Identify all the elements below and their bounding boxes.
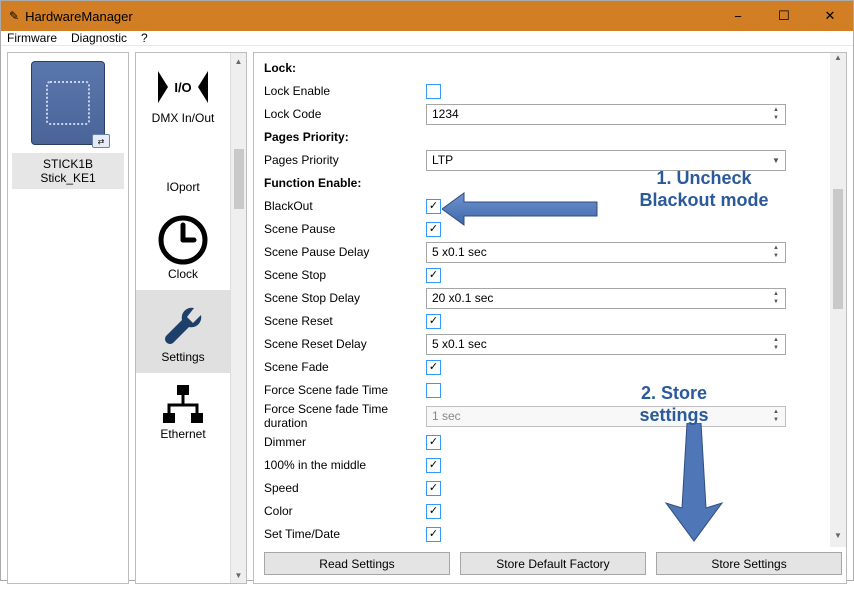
nav-panel: I/O DMX In/Out IOport Clock xyxy=(135,52,247,584)
app-title: HardwareManager xyxy=(25,9,715,24)
input-force-fade-duration[interactable]: 1 sec ▲▼ xyxy=(426,406,786,427)
label-speed: Speed xyxy=(264,481,426,495)
label-lock-enable: Lock Enable xyxy=(264,84,426,98)
nav-label: Ethernet xyxy=(160,427,205,441)
combo-pages-priority[interactable]: LTP ▼ xyxy=(426,150,786,171)
ethernet-icon xyxy=(158,383,208,427)
maximize-button[interactable]: ☐ xyxy=(761,1,807,31)
label-scene-pause: Scene Pause xyxy=(264,222,426,236)
checkbox-dimmer[interactable] xyxy=(426,435,441,450)
label-pages-priority: Pages Priority xyxy=(264,153,426,167)
scene-stop-delay-value: 20 x0.1 sec xyxy=(432,291,493,305)
scene-reset-delay-value: 5 x0.1 sec xyxy=(432,337,487,351)
window-controls: − ☐ ✕ xyxy=(715,1,853,31)
nav-item-settings[interactable]: Settings xyxy=(136,290,230,373)
label-scene-stop: Scene Stop xyxy=(264,268,426,282)
nav-label: Clock xyxy=(168,267,198,281)
input-scene-reset-delay[interactable]: 5 x0.1 sec ▲▼ xyxy=(426,334,786,355)
scroll-down-icon[interactable]: ▼ xyxy=(830,531,846,547)
input-scene-stop-delay[interactable]: 20 x0.1 sec ▲▼ xyxy=(426,288,786,309)
input-scene-pause-delay[interactable]: 5 x0.1 sec ▲▼ xyxy=(426,242,786,263)
label-force-fade-duration: Force Scene fade Time duration xyxy=(264,402,426,430)
titlebar: ✎ HardwareManager − ☐ ✕ xyxy=(1,1,853,31)
nav-item-dmx[interactable]: I/O DMX In/Out xyxy=(136,53,230,134)
label-dimmer: Dimmer xyxy=(264,435,426,449)
settings-panel: Lock: Lock Enable Lock Code 1234 ▲▼ Page… xyxy=(253,52,847,584)
label-color: Color xyxy=(264,504,426,518)
checkbox-scene-pause[interactable] xyxy=(426,222,441,237)
label-force-fade: Force Scene fade Time xyxy=(264,383,426,397)
wrench-icon xyxy=(158,300,208,350)
label-blackout: BlackOut xyxy=(264,199,426,213)
nav-scrollbar[interactable]: ▲ ▼ xyxy=(230,53,246,583)
store-default-factory-button[interactable]: Store Default Factory xyxy=(460,552,646,575)
input-lock-code[interactable]: 1234 ▲▼ xyxy=(426,104,786,125)
label-set-time: Set Time/Date xyxy=(264,527,426,541)
checkbox-set-time[interactable] xyxy=(426,527,441,542)
menu-firmware[interactable]: Firmware xyxy=(7,31,57,45)
main-scrollbar[interactable]: ▲ ▼ xyxy=(830,53,846,547)
footer-buttons: Read Settings Store Default Factory Stor… xyxy=(264,546,842,575)
scroll-up-icon[interactable]: ▲ xyxy=(231,53,246,69)
nav-item-ethernet[interactable]: Ethernet xyxy=(136,373,230,450)
body: ⇄ STICK1B Stick_KE1 I/O DMX In/Out xyxy=(1,46,853,590)
svg-text:I/O: I/O xyxy=(174,80,191,95)
nav-item-ioport[interactable]: IOport xyxy=(136,134,230,203)
checkbox-scene-reset[interactable] xyxy=(426,314,441,329)
label-scene-reset: Scene Reset xyxy=(264,314,426,328)
checkbox-scene-fade[interactable] xyxy=(426,360,441,375)
section-function-enable: Function Enable: xyxy=(264,176,426,190)
label-100-middle: 100% in the middle xyxy=(264,458,426,472)
store-settings-button[interactable]: Store Settings xyxy=(656,552,842,575)
scroll-up-icon[interactable]: ▲ xyxy=(830,53,846,69)
nav-label: IOport xyxy=(166,180,199,194)
usb-icon: ⇄ xyxy=(92,134,110,148)
pages-priority-value: LTP xyxy=(432,153,453,167)
menubar: Firmware Diagnostic ? xyxy=(1,31,853,46)
menu-help[interactable]: ? xyxy=(141,31,148,45)
force-fade-duration-value: 1 sec xyxy=(432,409,461,423)
checkbox-blackout[interactable] xyxy=(426,199,441,214)
close-button[interactable]: ✕ xyxy=(807,1,853,31)
section-lock: Lock: xyxy=(264,61,426,75)
dmx-icon: I/O xyxy=(154,63,212,111)
nav-label: DMX In/Out xyxy=(152,111,215,125)
checkbox-100-middle[interactable] xyxy=(426,458,441,473)
nav-label: Settings xyxy=(161,350,204,364)
label-lock-code: Lock Code xyxy=(264,107,426,121)
minimize-button[interactable]: − xyxy=(715,1,761,31)
settings-scroll-area: Lock: Lock Enable Lock Code 1234 ▲▼ Page… xyxy=(264,57,842,546)
chevron-down-icon: ▼ xyxy=(768,156,784,165)
checkbox-color[interactable] xyxy=(426,504,441,519)
label-scene-pause-delay: Scene Pause Delay xyxy=(264,245,426,259)
device-label: STICK1B Stick_KE1 xyxy=(12,153,124,189)
device-name: STICK1B xyxy=(12,157,124,171)
label-scene-reset-delay: Scene Reset Delay xyxy=(264,337,426,351)
read-settings-button[interactable]: Read Settings xyxy=(264,552,450,575)
scene-pause-delay-value: 5 x0.1 sec xyxy=(432,245,487,259)
app-window: ✎ HardwareManager − ☐ ✕ Firmware Diagnos… xyxy=(0,0,854,581)
label-scene-fade: Scene Fade xyxy=(264,360,426,374)
device-thumbnail[interactable]: ⇄ xyxy=(31,61,105,145)
clock-icon xyxy=(156,213,210,267)
device-panel: ⇄ STICK1B Stick_KE1 xyxy=(7,52,129,584)
section-pages: Pages Priority: xyxy=(264,130,426,144)
checkbox-force-fade[interactable] xyxy=(426,383,441,398)
nav-item-clock[interactable]: Clock xyxy=(136,203,230,290)
lock-code-value: 1234 xyxy=(432,107,459,121)
app-icon: ✎ xyxy=(9,9,19,23)
label-scene-stop-delay: Scene Stop Delay xyxy=(264,291,426,305)
checkbox-scene-stop[interactable] xyxy=(426,268,441,283)
menu-diagnostic[interactable]: Diagnostic xyxy=(71,31,127,45)
checkbox-speed[interactable] xyxy=(426,481,441,496)
device-model: Stick_KE1 xyxy=(12,171,124,185)
checkbox-lock-enable[interactable] xyxy=(426,84,441,99)
